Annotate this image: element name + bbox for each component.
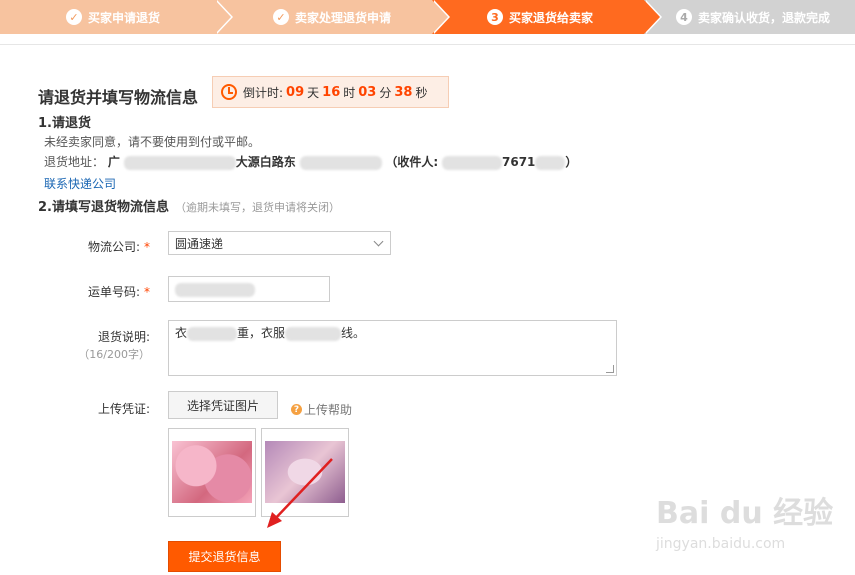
description-count: （16/200字） [78,348,150,361]
return-address: 退货地址： 广 大源白路东 （收件人: 7671 ） [44,153,577,170]
section-2-title: 2.请填写退货物流信息 （逾期未填写，退货申请将关闭） [38,196,340,215]
description-label: 退货说明: [97,330,150,344]
redacted-text [285,326,342,341]
receiver-close: ） [565,155,578,169]
logistics-select[interactable]: 圆通速递 [168,231,391,255]
chevron-down-icon [373,236,384,247]
upload-label: 上传凭证: [97,402,150,416]
step-1: ✓ 买家申请退货 [0,0,233,34]
step-4-label: 卖家确认收货，退款完成 [698,10,831,25]
upload-help-link[interactable]: ? 上传帮助 [291,401,352,418]
receiver-label: （收件人: [385,155,439,169]
logistics-label: 物流公司: * [87,240,150,254]
desc-part-b: 重，衣服 [237,326,286,340]
redacted-text [175,283,255,297]
redacted-text [442,155,502,170]
stopwatch-icon [221,84,237,100]
tracking-number-input[interactable] [168,276,330,302]
countdown-box: 倒计时: 09 天 16 时 03 分 38 秒 [212,76,449,108]
evidence-thumbnail-1[interactable] [168,428,256,517]
baidu-watermark-url: jingyan.baidu.com [656,536,786,552]
desc-part-a: 衣 [175,326,188,340]
hours-unit: 时 [343,85,356,100]
countdown-hours: 16 [322,84,341,100]
redacted-text [123,155,236,170]
redacted-text [187,326,238,341]
section-1-title: 1.请退货 [38,116,91,131]
logistics-label-text: 物流公司: [87,240,140,254]
contact-courier-link[interactable]: 联系快递公司 [44,175,116,192]
description-textarea[interactable]: 衣 重，衣服 线。 [168,320,617,376]
step-2: ✓ 卖家处理退货申请 [215,0,450,34]
resize-handle[interactable] [606,365,614,373]
tracking-label-text: 运单号码: [87,285,140,299]
redacted-text [535,155,566,170]
page-title: 请退货并填写物流信息 [38,88,199,107]
receiver-phone: 7671 [502,155,536,169]
countdown-seconds: 38 [394,84,413,100]
submit-return-button[interactable]: 提交退货信息 [168,541,281,572]
upload-help-text: 上传帮助 [304,403,353,417]
baidu-watermark: Bai du 经验 [656,496,834,531]
tracking-label: 运单号码: * [87,285,150,299]
check-icon: ✓ [66,9,82,25]
step-4: 4 卖家确认收货，退款完成 [644,0,855,34]
evidence-image [172,441,252,503]
step-3: 3 买家退货给卖家 [432,0,662,34]
progress-steps: ✓ 买家申请退货 ✓ 卖家处理退货申请 3 买家退货给卖家 4 卖家确认收货，退… [0,0,855,34]
desc-part-c: 线。 [341,326,366,340]
days-unit: 天 [307,85,320,100]
logistics-value: 圆通速递 [175,236,224,251]
countdown-days: 09 [286,84,305,100]
countdown-minutes: 03 [358,84,377,100]
step-3-label: 买家退货给卖家 [509,10,594,25]
choose-image-button[interactable]: 选择凭证图片 [168,391,278,419]
address-mid: 大源白路东 [235,155,296,169]
address-prefix: 广 [107,155,120,169]
countdown-label: 倒计时: [243,85,284,100]
divider [0,44,855,45]
address-label: 退货地址： [44,155,105,169]
red-arrow-annotation [267,458,333,528]
minutes-unit: 分 [379,85,392,100]
step-2-label: 卖家处理退货申请 [295,10,392,25]
step-number-icon: 3 [487,9,503,25]
section-2-hint: （逾期未填写，退货申请将关闭） [174,201,340,214]
redacted-text [299,155,382,170]
return-note: 未经卖家同意，请不要使用到付或平邮。 [44,135,261,149]
seconds-unit: 秒 [415,85,428,100]
section-2-title-text: 2.请填写退货物流信息 [38,200,169,215]
check-icon: ✓ [273,9,289,25]
step-number-icon: 4 [676,9,692,25]
question-icon: ? [291,404,302,415]
step-1-label: 买家申请退货 [88,10,161,25]
